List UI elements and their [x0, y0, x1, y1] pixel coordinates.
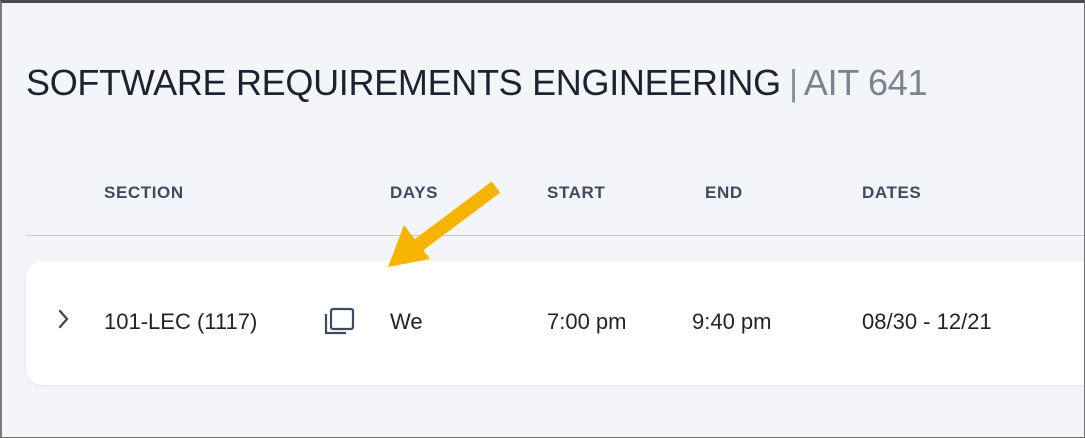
copy-icon[interactable] — [322, 307, 358, 335]
days-value: We — [390, 309, 423, 334]
section-value: 101-LEC (1117) — [104, 309, 258, 334]
chevron-right-icon[interactable] — [52, 307, 76, 331]
course-code: AIT 641 — [803, 62, 928, 103]
course-title: SOFTWARE REQUIREMENTS ENGINEERING | AIT 64… — [26, 61, 928, 105]
course-panel: SOFTWARE REQUIREMENTS ENGINEERING | AIT 64… — [0, 0, 1085, 438]
header-start: START — [547, 183, 606, 202]
dates-value: 08/30 - 12/21 — [862, 309, 992, 334]
end-time-value: 9:40 pm — [692, 309, 772, 334]
header-divider — [26, 235, 1084, 236]
header-end: END — [705, 183, 743, 202]
start-time-value: 7:00 pm — [547, 309, 627, 334]
course-name: SOFTWARE REQUIREMENTS ENGINEERING — [26, 62, 781, 103]
title-separator: | — [788, 62, 798, 103]
table-header: SECTION DAYS START END DATES — [2, 183, 1084, 213]
arrow-icon — [388, 181, 501, 267]
header-section: SECTION — [104, 183, 184, 202]
header-dates: DATES — [862, 183, 922, 202]
